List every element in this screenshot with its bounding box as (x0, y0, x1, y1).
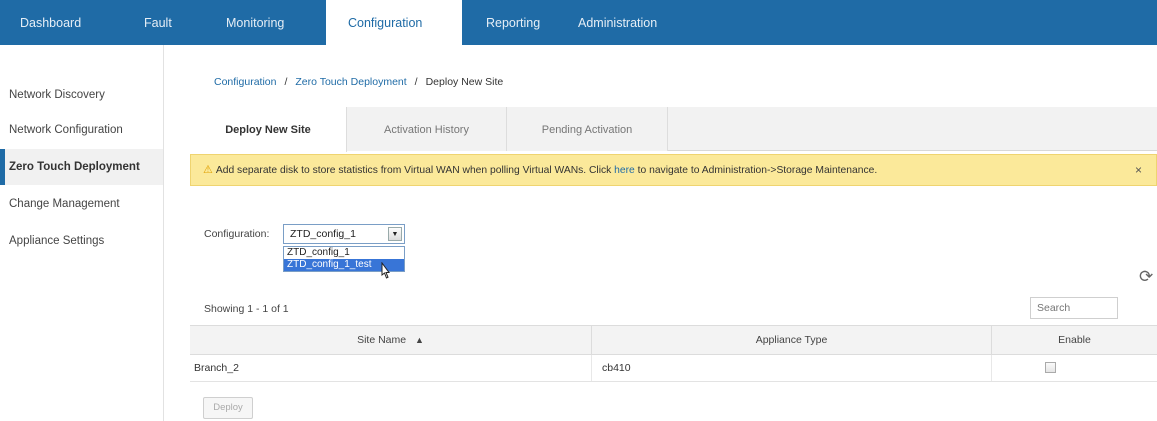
table-header: Site Name ▲ Appliance Type Enable (190, 325, 1157, 355)
tab-pending-activation[interactable]: Pending Activation (507, 107, 668, 151)
table-row: Branch_2 cb410 (190, 355, 1157, 382)
sidebar-item-network-discovery[interactable]: Network Discovery (0, 77, 163, 113)
breadcrumb-configuration[interactable]: Configuration (214, 76, 276, 88)
sidebar-item-zero-touch-deployment[interactable]: Zero Touch Deployment (0, 149, 163, 185)
enable-checkbox[interactable] (1045, 362, 1056, 373)
deploy-button[interactable]: Deploy (203, 397, 253, 419)
nav-tab-monitoring[interactable]: Monitoring (192, 0, 326, 45)
top-navigation: Dashboard Fault Monitoring Configuration… (0, 0, 1157, 45)
configuration-select[interactable]: ZTD_config_1 ▼ (283, 224, 405, 244)
column-header-site-name[interactable]: Site Name ▲ (190, 326, 592, 355)
configuration-label: Configuration: (204, 228, 270, 240)
nav-tab-reporting[interactable]: Reporting (462, 0, 572, 45)
dropdown-option[interactable]: ZTD_config_1 (284, 247, 404, 259)
subtab-bar: Deploy New Site Activation History Pendi… (190, 107, 1157, 152)
alert-text-before: Add separate disk to store statistics fr… (215, 165, 615, 176)
storage-alert-banner: ⚠ Add separate disk to store statistics f… (190, 154, 1157, 186)
sort-ascending-icon: ▲ (415, 335, 424, 345)
alert-here-link[interactable]: here (614, 165, 635, 176)
warning-icon: ⚠ (203, 164, 213, 176)
breadcrumb-separator: / (414, 76, 418, 88)
breadcrumb-zero-touch-deployment[interactable]: Zero Touch Deployment (295, 76, 406, 88)
column-header-appliance-type[interactable]: Appliance Type (592, 326, 992, 355)
pagination-summary: Showing 1 - 1 of 1 (204, 303, 289, 315)
nav-tab-dashboard[interactable]: Dashboard (0, 0, 128, 45)
close-icon[interactable]: × (1135, 155, 1142, 185)
chevron-down-icon[interactable]: ▼ (388, 227, 402, 241)
tab-activation-history[interactable]: Activation History (347, 107, 507, 151)
mouse-cursor-icon (381, 262, 390, 279)
alert-text-after: to navigate to Administration->Storage M… (634, 165, 878, 176)
sidebar: Network Discovery Network Configuration … (0, 45, 164, 421)
cell-enable (992, 355, 1157, 381)
nav-tab-administration[interactable]: Administration (572, 0, 702, 45)
breadcrumb: Configuration / Zero Touch Deployment / Depl… (214, 76, 503, 88)
sites-table: Site Name ▲ Appliance Type Enable Branch… (190, 325, 1157, 382)
column-header-enable[interactable]: Enable (992, 326, 1157, 355)
tab-deploy-new-site[interactable]: Deploy New Site (190, 107, 347, 152)
cell-site-name: Branch_2 (190, 355, 592, 381)
breadcrumb-separator: / (284, 76, 288, 88)
sidebar-item-appliance-settings[interactable]: Appliance Settings (0, 223, 163, 259)
sidebar-item-network-configuration[interactable]: Network Configuration (0, 112, 163, 148)
search-input[interactable] (1030, 297, 1118, 319)
breadcrumb-current: Deploy New Site (425, 76, 504, 88)
sidebar-item-change-management[interactable]: Change Management (0, 186, 163, 222)
configuration-selected-value: ZTD_config_1 (290, 228, 356, 240)
nav-tab-fault[interactable]: Fault (128, 0, 192, 45)
cell-appliance-type: cb410 (592, 355, 992, 381)
column-header-label: Site Name (357, 334, 407, 346)
nav-tab-configuration[interactable]: Configuration (326, 0, 462, 45)
refresh-icon[interactable]: ⟳ (1139, 267, 1153, 287)
